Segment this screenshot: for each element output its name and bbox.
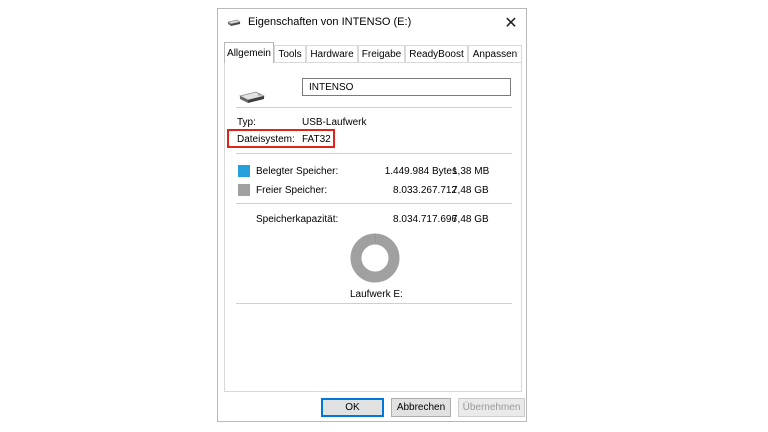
tab-freigabe[interactable]: Freigabe (358, 45, 405, 62)
free-space-size: 7,48 GB (452, 185, 489, 196)
properties-dialog: Eigenschaften von INTENSO (E:) ✕ Allgeme… (217, 8, 527, 422)
capacity-label: Speicherkapazität: (256, 214, 339, 225)
type-value: USB-Laufwerk (302, 117, 367, 128)
drive-name-input[interactable] (302, 78, 511, 96)
filesystem-label: Dateisystem: (237, 134, 295, 145)
usage-donut-chart (350, 233, 400, 283)
drive-letter-label: Laufwerk E: (350, 289, 403, 300)
title-bar[interactable]: Eigenschaften von INTENSO (E:) ✕ (218, 9, 526, 36)
cancel-button[interactable]: Abbrechen (391, 398, 451, 417)
capacity-size: 7,48 GB (452, 214, 489, 225)
tab-anpassen[interactable]: Anpassen (468, 45, 522, 62)
used-space-size: 1,38 MB (452, 166, 490, 177)
free-space-bytes: 8.033.267.712 (393, 185, 457, 196)
general-panel: Typ: USB-Laufwerk Dateisystem: FAT32 Bel… (224, 62, 522, 392)
separator (236, 153, 512, 154)
usb-drive-icon (227, 19, 241, 26)
window-title: Eigenschaften von INTENSO (E:) (248, 16, 412, 28)
separator (236, 203, 512, 204)
ok-button[interactable]: OK (321, 398, 384, 417)
used-space-label: Belegter Speicher: (256, 166, 339, 177)
close-icon: ✕ (504, 14, 518, 32)
tab-hardware[interactable]: Hardware (306, 45, 358, 62)
tab-tools[interactable]: Tools (274, 45, 306, 62)
free-space-swatch (238, 184, 250, 196)
tab-readyboost[interactable]: ReadyBoost (405, 45, 468, 62)
used-space-swatch (238, 165, 250, 177)
filesystem-value: FAT32 (302, 134, 331, 145)
used-space-bytes: 1.449.984 Bytes (384, 166, 457, 177)
free-space-label: Freier Speicher: (256, 185, 328, 196)
apply-button[interactable]: Übernehmen (458, 398, 525, 417)
separator (236, 107, 512, 108)
tab-allgemein[interactable]: Allgemein (224, 42, 274, 63)
capacity-bytes: 8.034.717.696 (393, 214, 457, 225)
donut-free-segment (350, 233, 400, 283)
separator (236, 303, 512, 304)
close-button[interactable]: ✕ (496, 9, 526, 36)
type-label: Typ: (237, 117, 256, 128)
usb-drive-icon (238, 91, 266, 103)
